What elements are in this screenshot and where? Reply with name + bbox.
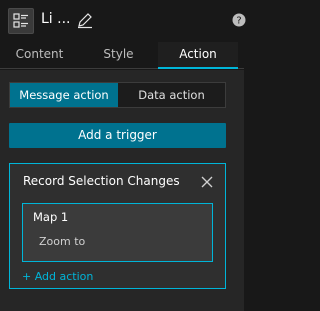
list-widget-icon — [8, 8, 34, 34]
data-action-button[interactable]: Data action — [118, 83, 225, 107]
pencil-icon[interactable] — [76, 11, 94, 29]
svg-text:?: ? — [236, 16, 241, 27]
help-icon[interactable]: ? — [232, 12, 246, 27]
add-action-link[interactable]: + Add action — [22, 270, 93, 283]
tab-action[interactable]: Action — [158, 42, 238, 69]
message-action-button[interactable]: Message action — [10, 83, 118, 107]
target-widget-name: Map 1 — [33, 210, 69, 224]
action-type-toggle: Message action Data action — [9, 82, 226, 108]
action-panel: Message action Data action Add a trigger… — [0, 70, 244, 311]
widget-header: Li ... ? — [0, 0, 246, 42]
tab-content[interactable]: Content — [0, 42, 79, 69]
trigger-card: Record Selection Changes Map 1 Zoom to +… — [9, 163, 226, 289]
widget-title: Li ... — [41, 11, 71, 27]
settings-tabs: Content Style Action — [0, 42, 244, 69]
trigger-title: Record Selection Changes — [23, 174, 180, 188]
close-icon[interactable] — [200, 174, 214, 188]
action-target-item[interactable]: Map 1 Zoom to — [22, 203, 213, 262]
add-trigger-button[interactable]: Add a trigger — [9, 123, 226, 148]
tab-style[interactable]: Style — [79, 42, 158, 69]
target-action-name: Zoom to — [39, 235, 86, 248]
